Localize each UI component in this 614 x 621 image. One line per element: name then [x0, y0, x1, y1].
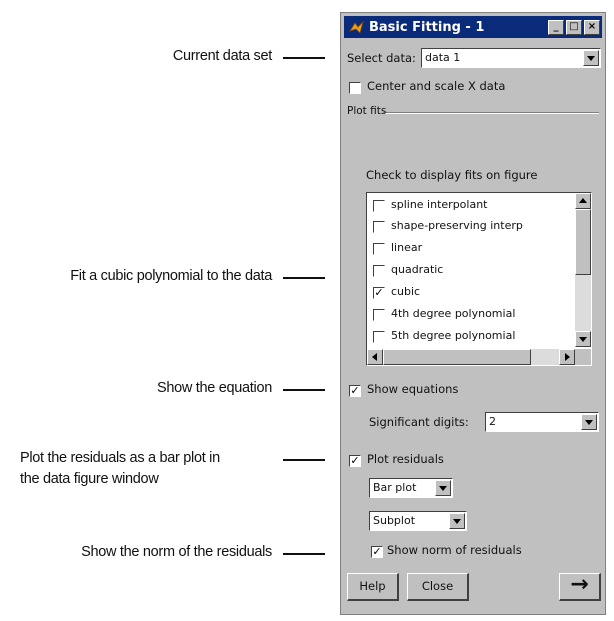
chevron-down-icon[interactable]: [435, 480, 451, 496]
select-data-label: Select data:: [347, 51, 416, 65]
close-icon[interactable]: ×: [584, 19, 600, 35]
callout-plot-residuals-line1: Plot the residuals as a bar plot in: [20, 450, 220, 466]
significant-digits-label: Significant digits:: [369, 415, 469, 429]
show-norm-label: Show norm of residuals: [387, 543, 522, 557]
leader-line: [283, 459, 325, 461]
chevron-down-icon[interactable]: [449, 513, 465, 529]
right-arrow-icon[interactable]: →: [559, 573, 601, 601]
fit-label: quadratic: [391, 263, 444, 276]
fit-label: spline interpolant: [391, 198, 488, 211]
callout-show-equation: Show the equation: [156, 380, 272, 396]
significant-digits-dropdown[interactable]: 2: [485, 412, 599, 432]
scroll-right-icon[interactable]: [559, 349, 575, 365]
help-button[interactable]: Help: [347, 573, 399, 601]
window-title: Basic Fitting - 1: [369, 19, 485, 35]
scroll-thumb[interactable]: [575, 209, 591, 275]
leader-line: [283, 553, 325, 555]
show-equations-checkbox[interactable]: ✓: [349, 385, 361, 397]
plot-location-value: Subplot: [373, 514, 416, 527]
fit-label: 4th degree polynomial: [391, 307, 516, 320]
leader-line: [283, 277, 325, 279]
select-data-value: data 1: [425, 51, 461, 64]
plot-location-dropdown[interactable]: Subplot: [369, 511, 467, 531]
callout-current-data-set: Current data set: [172, 48, 272, 64]
fit-checkbox-checked[interactable]: ✓: [373, 287, 385, 299]
plot-residuals-label: Plot residuals: [367, 452, 444, 466]
scroll-up-icon[interactable]: [575, 193, 591, 209]
select-data-dropdown[interactable]: data 1: [421, 48, 601, 68]
fit-label: linear: [391, 241, 423, 254]
callout-fit-cubic: Fit a cubic polynomial to the data: [70, 268, 272, 284]
scroll-corner: [575, 349, 591, 365]
center-scale-label: Center and scale X data: [367, 79, 506, 93]
plot-style-dropdown[interactable]: Bar plot: [369, 478, 453, 498]
leader-line: [283, 57, 325, 59]
fit-checkbox[interactable]: [373, 331, 385, 343]
chevron-down-icon[interactable]: [583, 50, 599, 66]
plot-fits-group-label: Plot fits: [347, 105, 387, 117]
check-to-display-label: Check to display fits on figure: [366, 168, 538, 182]
vertical-scrollbar[interactable]: [575, 193, 591, 347]
scroll-left-icon[interactable]: [367, 349, 383, 365]
group-divider: [383, 112, 599, 114]
fit-label: 5th degree polynomial: [391, 329, 516, 342]
fit-label: cubic: [391, 285, 421, 298]
minimize-icon[interactable]: _: [548, 19, 564, 35]
fit-checkbox[interactable]: [373, 221, 385, 233]
callout-plot-residuals-line2: the data figure window: [20, 471, 159, 487]
scroll-thumb[interactable]: [383, 349, 531, 365]
leader-line: [283, 389, 325, 391]
title-bar[interactable]: Basic Fitting - 1 _ □ ×: [344, 16, 602, 38]
basic-fitting-window: Basic Fitting - 1 _ □ × Select data: dat…: [340, 12, 606, 615]
show-norm-checkbox[interactable]: ✓: [371, 546, 383, 558]
fit-checkbox[interactable]: [373, 200, 385, 212]
fit-label: shape-preserving interp: [391, 219, 523, 232]
show-equations-label: Show equations: [367, 382, 459, 396]
maximize-icon[interactable]: □: [566, 19, 582, 35]
significant-digits-value: 2: [489, 415, 496, 428]
fit-checkbox[interactable]: [373, 265, 385, 277]
plot-style-value: Bar plot: [373, 481, 417, 494]
fits-listbox[interactable]: spline interpolant shape-preserving inte…: [366, 192, 592, 366]
plot-residuals-checkbox[interactable]: ✓: [349, 455, 361, 467]
fit-checkbox[interactable]: [373, 309, 385, 321]
center-scale-checkbox[interactable]: [349, 82, 361, 94]
scroll-down-icon[interactable]: [575, 331, 591, 347]
close-button[interactable]: Close: [407, 573, 469, 601]
horizontal-scrollbar[interactable]: [367, 349, 575, 365]
chevron-down-icon[interactable]: [581, 414, 597, 430]
fit-checkbox[interactable]: [373, 243, 385, 255]
callout-show-norm: Show the norm of the residuals: [81, 544, 272, 560]
matlab-logo-icon: [349, 20, 364, 35]
